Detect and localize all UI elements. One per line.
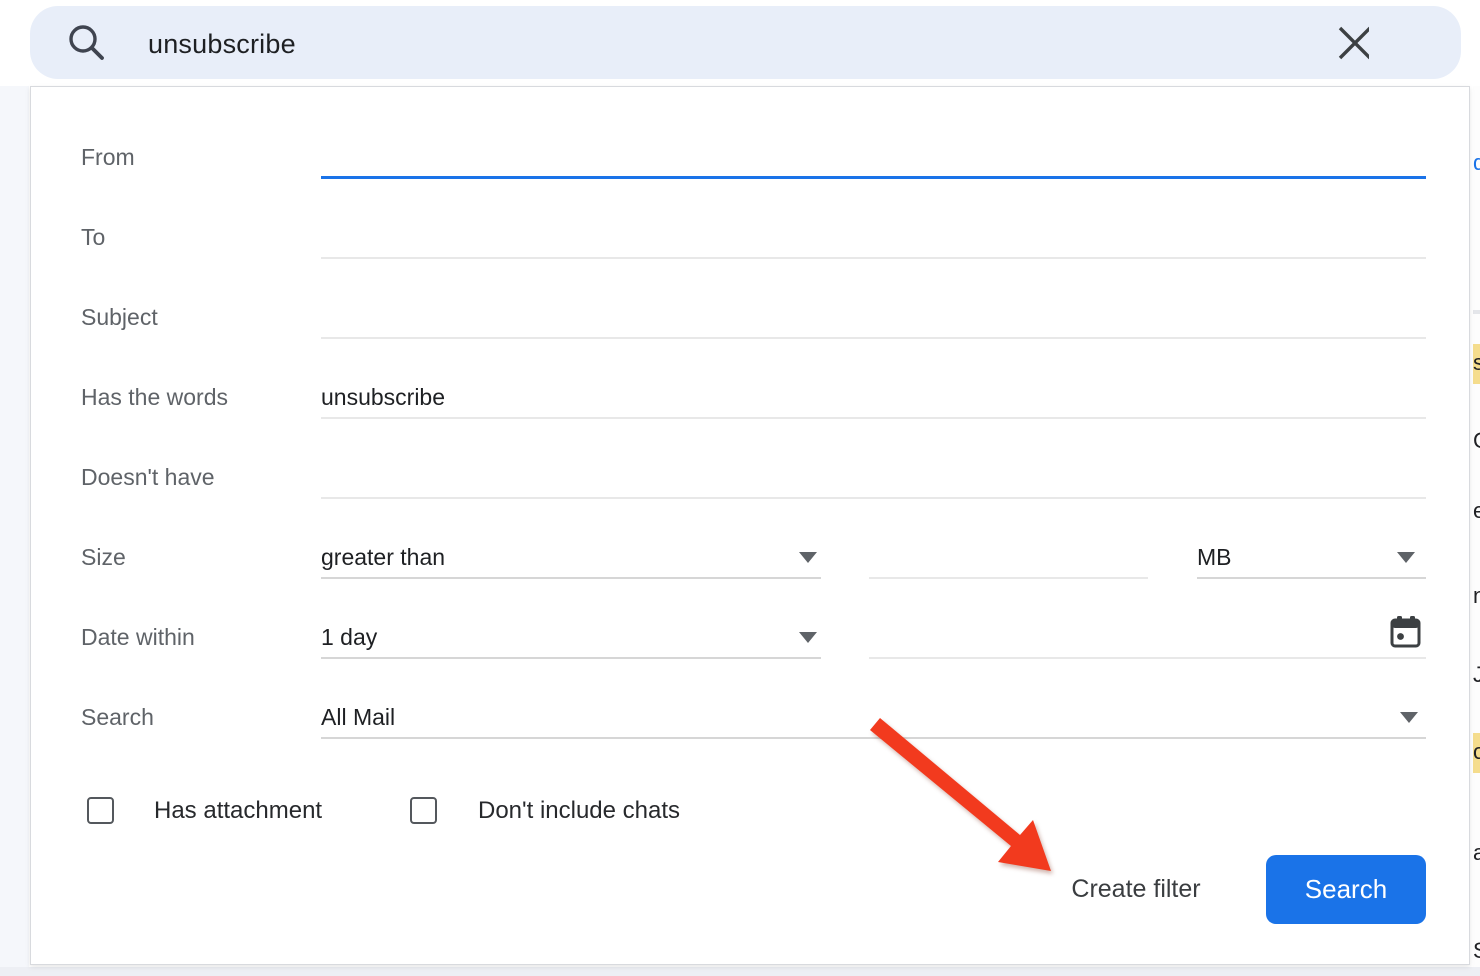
search-icon[interactable] xyxy=(62,19,110,67)
chevron-down-icon xyxy=(1400,712,1418,723)
from-label: From xyxy=(81,133,135,179)
has-words-label: Has the words xyxy=(81,373,228,419)
no-chats-checkbox[interactable] xyxy=(410,797,437,824)
chevron-down-icon xyxy=(799,552,817,563)
doesnt-have-input[interactable] xyxy=(321,453,1426,499)
edge-text-fragment: a xyxy=(1473,840,1480,866)
from-input[interactable] xyxy=(321,133,1426,179)
size-unit-value: MB xyxy=(1197,544,1232,570)
date-range-select[interactable]: 1 day xyxy=(321,613,821,659)
create-filter-button[interactable]: Create filter xyxy=(1036,869,1236,909)
search-scope-select[interactable]: All Mail xyxy=(321,693,1426,739)
size-operator-select[interactable]: greater than xyxy=(321,533,821,579)
search-bar: unsubscribe xyxy=(30,6,1461,79)
size-operator-value: greater than xyxy=(321,544,445,570)
search-filter-panel: From To Subject Has the words unsubscrib… xyxy=(30,86,1470,965)
edge-text-fragment: n xyxy=(1473,583,1480,609)
date-within-label: Date within xyxy=(81,613,195,659)
size-unit-select[interactable]: MB xyxy=(1197,533,1426,579)
search-button[interactable]: Search xyxy=(1266,855,1426,924)
search-scope-label: Search xyxy=(81,693,154,739)
to-input[interactable] xyxy=(321,213,1426,259)
gmail-search-filter-overlay: { "search_bar": { "query": "unsubscribe"… xyxy=(0,0,1480,976)
background-left-gutter xyxy=(0,86,29,967)
calendar-icon[interactable] xyxy=(1389,615,1423,651)
size-label: Size xyxy=(81,533,126,579)
close-icon[interactable] xyxy=(1311,19,1369,67)
background-page-edge: d s Ce n Jo a S xyxy=(1473,86,1480,967)
to-label: To xyxy=(81,213,105,259)
edge-text-fragment: e xyxy=(1473,498,1480,524)
background-bottom-gutter xyxy=(0,967,1480,976)
edge-text-fragment: S xyxy=(1473,938,1480,964)
has-attachment-label: Has attachment xyxy=(154,791,322,831)
doesnt-have-label: Doesn't have xyxy=(81,453,215,499)
subject-label: Subject xyxy=(81,293,158,339)
has-words-input[interactable]: unsubscribe xyxy=(321,373,1426,419)
edge-text-fragment: C xyxy=(1473,428,1480,454)
edge-text-fragment: o xyxy=(1473,733,1480,773)
edge-text-fragment: d xyxy=(1473,150,1480,176)
size-amount-input[interactable] xyxy=(869,533,1148,579)
edge-text-fragment: J xyxy=(1473,662,1480,688)
no-chats-label: Don't include chats xyxy=(478,791,680,831)
date-input[interactable] xyxy=(869,613,1426,659)
chevron-down-icon xyxy=(1397,552,1415,563)
date-range-value: 1 day xyxy=(321,624,377,650)
has-attachment-checkbox[interactable] xyxy=(87,797,114,824)
subject-input[interactable] xyxy=(321,293,1426,339)
search-input[interactable]: unsubscribe xyxy=(148,6,1048,79)
edge-text-fragment: s xyxy=(1473,344,1480,384)
chevron-down-icon xyxy=(799,632,817,643)
search-scope-value: All Mail xyxy=(321,704,395,730)
background-list-divider xyxy=(1473,310,1480,314)
